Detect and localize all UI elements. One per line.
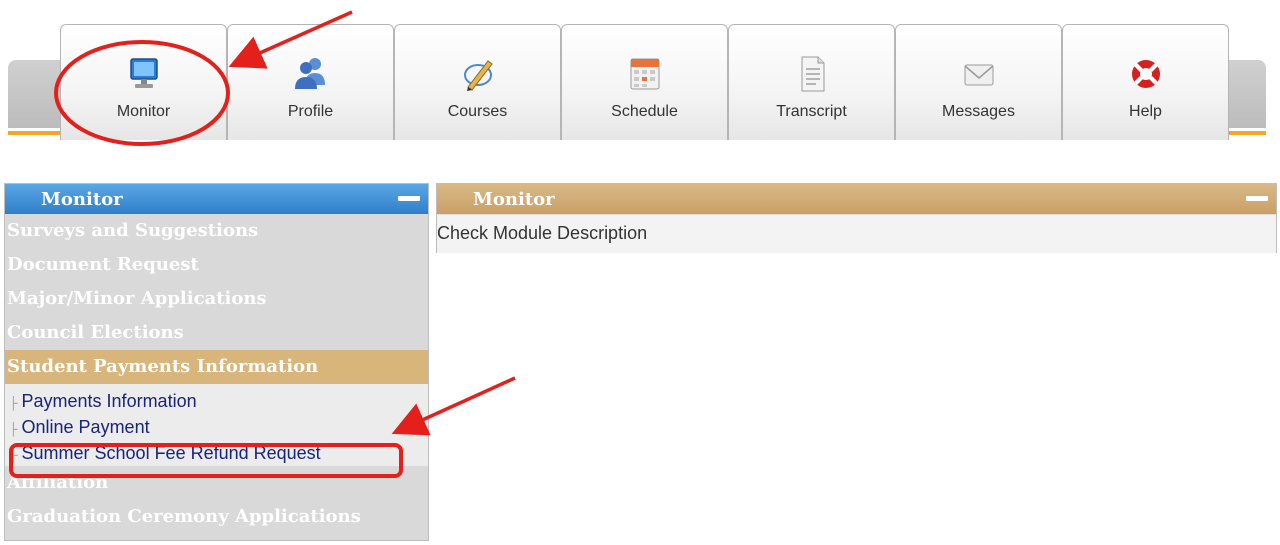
submenu-item-label: Online Payment — [21, 417, 150, 437]
main-tab-bar: Monitor Profile Courses Schedule Transcr… — [0, 0, 1280, 150]
envelope-icon — [964, 64, 993, 86]
tab-label: Courses — [447, 103, 508, 120]
menu-item-major-minor[interactable]: Major/Minor Applications — [5, 282, 428, 316]
users-icon — [294, 58, 325, 89]
tab-messages[interactable]: Messages — [895, 24, 1062, 140]
pencil-icon — [463, 60, 493, 91]
tab-monitor[interactable]: Monitor — [60, 24, 227, 140]
panel-header: Monitor — [437, 184, 1276, 214]
menu-item-affiliation[interactable]: Affiliation — [5, 466, 428, 500]
tab-label: Profile — [287, 103, 334, 120]
menu-item-student-payments[interactable]: Student Payments Information — [5, 350, 428, 384]
collapse-icon[interactable] — [398, 196, 420, 201]
monitor-content-panel: Monitor Check Module Description — [436, 183, 1277, 253]
payments-submenu: ├ Payments Information ├ Online Payment ├ S… — [5, 384, 428, 466]
collapse-icon[interactable] — [1246, 196, 1268, 201]
tab-bar-left-edge — [8, 60, 68, 128]
tab-label: Transcript — [776, 103, 847, 120]
panel-header: Monitor — [5, 184, 428, 214]
submenu-item-payments-information[interactable]: ├ Payments Information — [5, 388, 428, 414]
panel-title: Monitor — [41, 189, 123, 210]
tree-branch-icon: ├ — [9, 396, 18, 410]
menu-item-document-request[interactable]: Document Request — [5, 248, 428, 282]
menu-item-surveys[interactable]: Surveys and Suggestions — [5, 214, 428, 248]
tab-label: Monitor — [116, 103, 171, 120]
document-icon — [801, 56, 824, 92]
tab-label: Schedule — [611, 103, 678, 120]
lifebuoy-icon — [1131, 60, 1160, 88]
tab-transcript[interactable]: Transcript — [728, 24, 895, 140]
submenu-item-online-payment[interactable]: ├ Online Payment — [5, 414, 428, 440]
module-description: Check Module Description — [437, 223, 648, 243]
submenu-item-summer-school-refund[interactable]: ├ Summer School Fee Refund Request — [5, 440, 428, 466]
tab-bar-accent-line — [8, 131, 68, 135]
tree-branch-icon: ├ — [9, 422, 18, 436]
calendar-icon — [630, 58, 659, 90]
tab-schedule[interactable]: Schedule — [561, 24, 728, 140]
monitor-icon — [129, 58, 158, 88]
tab-profile[interactable]: Profile — [227, 24, 394, 140]
tab-label: Help — [1129, 103, 1162, 120]
tree-branch-icon: ├ — [9, 448, 18, 462]
menu-item-council-elections[interactable]: Council Elections — [5, 316, 428, 350]
panel-title: Monitor — [473, 189, 555, 210]
tab-label: Messages — [942, 103, 1015, 120]
tab-help[interactable]: Help — [1062, 24, 1229, 140]
submenu-item-label: Payments Information — [21, 391, 197, 411]
menu-item-graduation-ceremony[interactable]: Graduation Ceremony Applications — [5, 500, 428, 534]
submenu-item-label: Summer School Fee Refund Request — [21, 443, 321, 463]
monitor-menu-panel: Monitor Surveys and Suggestions Document… — [4, 183, 429, 541]
tab-courses[interactable]: Courses — [394, 24, 561, 140]
